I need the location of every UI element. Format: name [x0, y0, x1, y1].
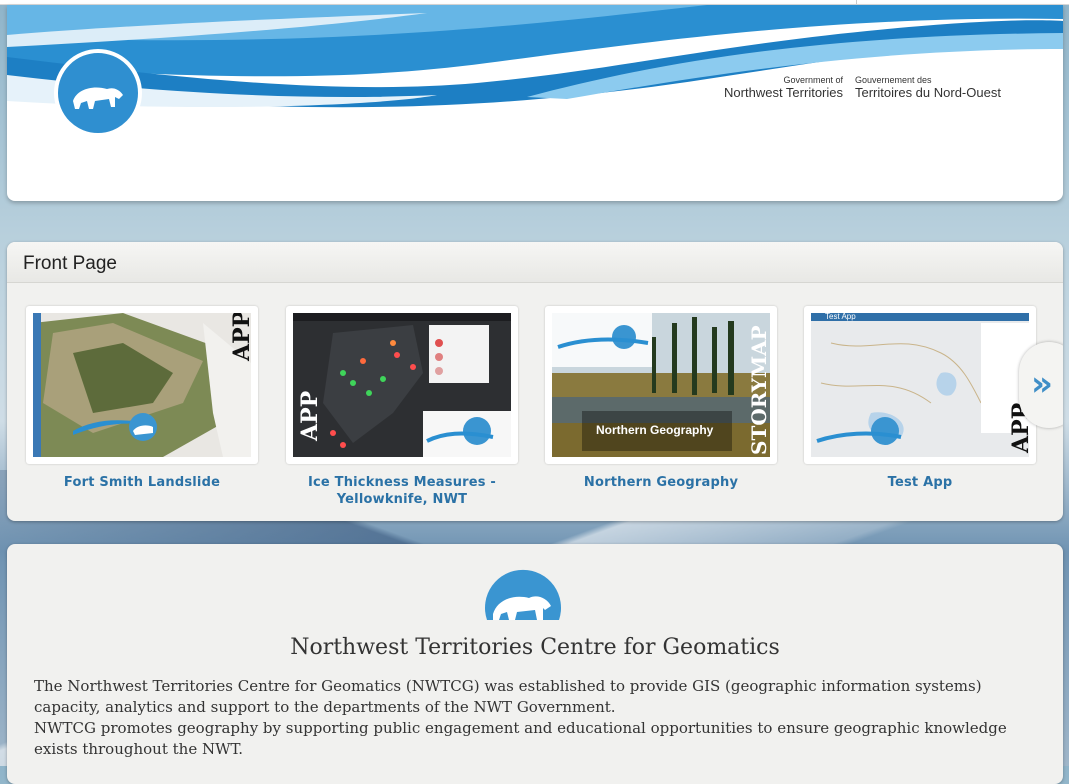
- gallery-header: Front Page: [7, 242, 1063, 283]
- gallery-card-ice-thickness[interactable]: APP Ice Thickness Measures - Yellowknife…: [286, 306, 518, 508]
- about-text: The Northwest Territories Centre for Geo…: [34, 676, 1034, 760]
- gallery-next-button[interactable]: »: [1019, 342, 1063, 428]
- banner-waves: [7, 5, 1063, 137]
- thumbnail-test-app[interactable]: Test App APP: [811, 313, 1029, 457]
- badge-app: APP: [229, 313, 251, 361]
- card-thumbnail-frame[interactable]: Test App APP: [804, 306, 1036, 464]
- gov-fr-small: Gouvernement des: [855, 75, 932, 85]
- thumbnail-caption: Test App: [825, 313, 856, 321]
- thumbnail-caption: Northern Geography: [596, 423, 714, 437]
- gov-fr-big: Territoires du Nord-Ouest: [855, 85, 1001, 100]
- gallery-card-test-app[interactable]: Test App APP Test App: [804, 306, 1036, 491]
- polar-bear-icon: [54, 49, 142, 137]
- card-thumbnail-frame[interactable]: APP: [26, 306, 258, 464]
- polar-bear-icon: [485, 569, 561, 620]
- gov-en-small: Government of: [783, 75, 843, 85]
- card-thumbnail-frame[interactable]: APP: [286, 306, 518, 464]
- card-title[interactable]: Ice Thickness Measures - Yellowknife, NW…: [286, 474, 518, 508]
- thumbnail-northern-geography[interactable]: Northern Geography STORYMAP: [552, 313, 770, 457]
- card-thumbnail-frame[interactable]: Northern Geography STORYMAP: [545, 306, 777, 464]
- gov-en-big: Northwest Territories: [724, 85, 843, 100]
- card-title[interactable]: Northern Geography: [545, 474, 777, 491]
- thumbnail-ice-thickness[interactable]: APP: [293, 313, 511, 457]
- gallery-title: Front Page: [23, 253, 117, 274]
- government-french: Gouvernement des Territoires du Nord-Oue…: [855, 75, 1055, 101]
- thumbnail-fort-smith[interactable]: APP: [33, 313, 251, 457]
- gallery-card-northern-geography[interactable]: Northern Geography STORYMAP Northern Geo…: [545, 306, 777, 491]
- badge-storymap: STORYMAP: [747, 325, 770, 455]
- about-paragraph: NWTCG promotes geography by supporting p…: [34, 719, 1007, 758]
- government-english: Government of Northwest Territories: [713, 75, 843, 101]
- header-banner: Government of Northwest Territories Gouv…: [7, 5, 1063, 201]
- about-section: Northwest Territories Centre for Geomati…: [7, 544, 1063, 784]
- about-title: Northwest Territories Centre for Geomati…: [290, 635, 780, 660]
- gallery-card-fort-smith[interactable]: APP Fort Smith Landslide: [26, 306, 258, 491]
- badge-app: APP: [297, 390, 323, 441]
- top-bar-separator: [856, 0, 857, 4]
- card-title[interactable]: Fort Smith Landslide: [26, 474, 258, 491]
- front-page-gallery: Front Page APP Fort Smith Landslide APP …: [7, 242, 1063, 521]
- about-paragraph: The Northwest Territories Centre for Geo…: [34, 677, 982, 716]
- chevron-double-right-icon: »: [1031, 364, 1053, 404]
- card-title[interactable]: Test App: [804, 474, 1036, 491]
